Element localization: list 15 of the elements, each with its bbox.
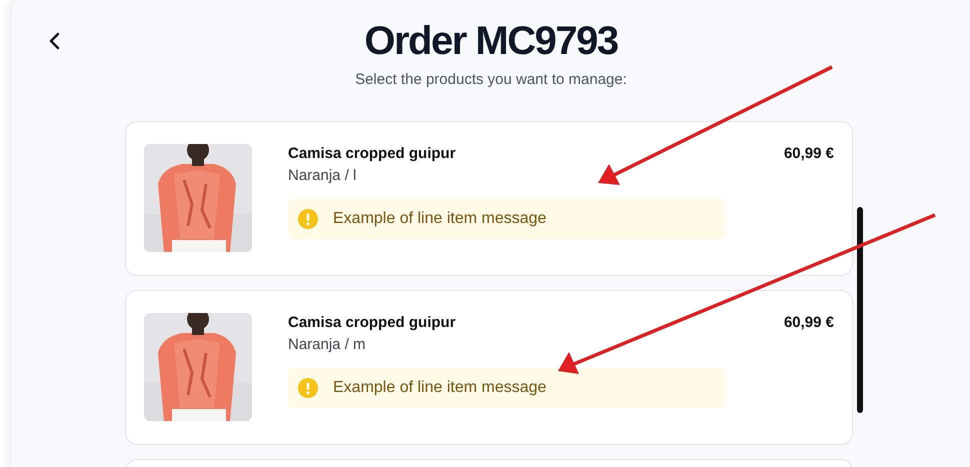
product-price: 60,99 € [784, 313, 834, 333]
warning-icon [298, 378, 318, 398]
product-price: 60,99 € [784, 144, 834, 164]
warning-icon [298, 209, 318, 229]
product-name: Camisa cropped guipur [288, 144, 457, 164]
product-card[interactable]: Camisa cropped guipur Naranja / m Example of line item message 60,99 € [125, 290, 853, 445]
order-title: Order MC9793 [364, 18, 618, 64]
line-item-message: Example of line item message [288, 199, 725, 239]
product-variant: Naranja / l [288, 167, 358, 185]
product-name: Camisa cropped guipur [288, 313, 457, 333]
product-variant: Naranja / m [288, 336, 367, 354]
line-item-message: Example of line item message [288, 368, 725, 408]
scrollbar[interactable] [857, 207, 863, 413]
page-subtitle: Select the products you want to manage: [355, 71, 627, 89]
product-card[interactable]: Camisa cropped guipur Naranja / l Example of line item message 60,99 € [125, 121, 853, 276]
